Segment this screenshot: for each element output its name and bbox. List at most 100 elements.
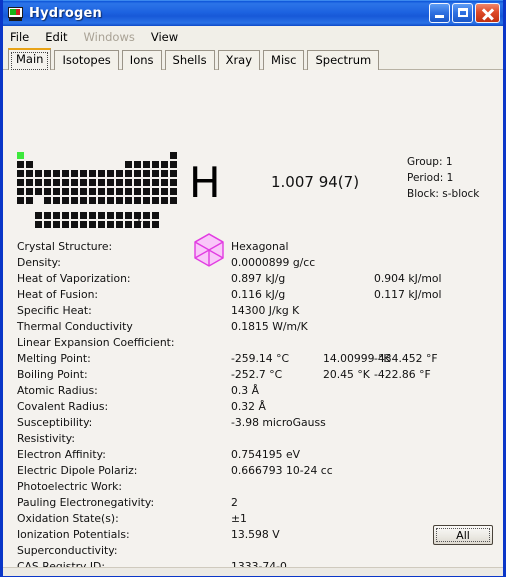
periodic-cell[interactable] <box>26 179 33 186</box>
periodic-cell[interactable] <box>152 221 159 228</box>
periodic-cell[interactable] <box>71 212 78 219</box>
periodic-cell[interactable] <box>71 197 78 204</box>
periodic-cell[interactable] <box>107 170 114 177</box>
periodic-cell[interactable] <box>44 179 51 186</box>
periodic-cell[interactable] <box>44 197 51 204</box>
periodic-cell[interactable] <box>98 179 105 186</box>
periodic-cell[interactable] <box>170 152 177 159</box>
periodic-cell[interactable] <box>152 188 159 195</box>
tab-main[interactable]: Main <box>8 48 52 70</box>
minimize-button[interactable] <box>429 3 450 23</box>
tab-spectrum[interactable]: Spectrum <box>307 50 380 70</box>
periodic-cell[interactable] <box>35 188 42 195</box>
periodic-cell[interactable] <box>152 179 159 186</box>
periodic-cell[interactable] <box>170 197 177 204</box>
periodic-cell[interactable] <box>17 188 24 195</box>
periodic-cell[interactable] <box>170 161 177 168</box>
tab-xray[interactable]: Xray <box>217 50 261 70</box>
periodic-cell[interactable] <box>62 221 69 228</box>
periodic-cell[interactable] <box>98 221 105 228</box>
periodic-cell[interactable] <box>17 179 24 186</box>
periodic-cell[interactable] <box>62 170 69 177</box>
periodic-cell[interactable] <box>170 188 177 195</box>
periodic-cell[interactable] <box>44 170 51 177</box>
periodic-cell[interactable] <box>125 212 132 219</box>
periodic-cell[interactable] <box>26 188 33 195</box>
periodic-cell[interactable] <box>98 212 105 219</box>
periodic-cell[interactable] <box>161 197 168 204</box>
periodic-cell[interactable] <box>134 170 141 177</box>
periodic-cell[interactable] <box>152 212 159 219</box>
periodic-cell[interactable] <box>170 170 177 177</box>
periodic-cell[interactable] <box>125 197 132 204</box>
periodic-cell[interactable] <box>35 221 42 228</box>
periodic-cell[interactable] <box>53 179 60 186</box>
periodic-cell[interactable] <box>98 188 105 195</box>
periodic-cell[interactable] <box>143 212 150 219</box>
periodic-cell[interactable] <box>71 188 78 195</box>
tab-ions[interactable]: Ions <box>121 50 162 70</box>
periodic-cell[interactable] <box>53 170 60 177</box>
periodic-cell[interactable] <box>107 197 114 204</box>
periodic-cell[interactable] <box>17 197 24 204</box>
periodic-cell[interactable] <box>116 188 123 195</box>
periodic-cell[interactable] <box>143 221 150 228</box>
periodic-cell[interactable] <box>80 188 87 195</box>
periodic-cell[interactable] <box>116 197 123 204</box>
periodic-cell[interactable] <box>53 188 60 195</box>
periodic-cell[interactable] <box>125 170 132 177</box>
periodic-cell[interactable] <box>161 188 168 195</box>
periodic-cell[interactable] <box>161 170 168 177</box>
periodic-cell[interactable] <box>80 212 87 219</box>
periodic-cell[interactable] <box>53 212 60 219</box>
menu-edit[interactable]: Edit <box>45 28 75 46</box>
periodic-cell[interactable] <box>89 188 96 195</box>
periodic-cell[interactable] <box>26 161 33 168</box>
periodic-cell[interactable] <box>143 197 150 204</box>
periodic-cell[interactable] <box>125 161 132 168</box>
periodic-cell[interactable] <box>143 170 150 177</box>
periodic-cell[interactable] <box>71 170 78 177</box>
periodic-cell[interactable] <box>89 197 96 204</box>
periodic-cell[interactable] <box>53 221 60 228</box>
tab-shells[interactable]: Shells <box>164 50 215 70</box>
periodic-table-minimap[interactable] <box>17 152 179 230</box>
periodic-cell[interactable] <box>35 212 42 219</box>
periodic-cell[interactable] <box>17 161 24 168</box>
periodic-cell[interactable] <box>116 179 123 186</box>
periodic-cell[interactable] <box>26 170 33 177</box>
periodic-cell[interactable] <box>62 212 69 219</box>
periodic-cell[interactable] <box>125 188 132 195</box>
periodic-cell[interactable] <box>107 188 114 195</box>
title-bar[interactable]: Hydrogen <box>3 0 503 26</box>
periodic-cell[interactable] <box>80 170 87 177</box>
periodic-cell[interactable] <box>71 221 78 228</box>
periodic-cell[interactable] <box>143 179 150 186</box>
periodic-cell[interactable] <box>134 179 141 186</box>
periodic-cell[interactable] <box>80 179 87 186</box>
periodic-cell[interactable] <box>89 170 96 177</box>
menu-file[interactable]: File <box>10 28 37 46</box>
periodic-cell[interactable] <box>134 197 141 204</box>
periodic-cell[interactable] <box>116 212 123 219</box>
periodic-cell[interactable] <box>152 161 159 168</box>
periodic-cell-selected[interactable] <box>17 152 24 159</box>
periodic-cell[interactable] <box>62 188 69 195</box>
periodic-cell[interactable] <box>152 170 159 177</box>
periodic-cell[interactable] <box>35 170 42 177</box>
periodic-cell[interactable] <box>26 197 33 204</box>
periodic-cell[interactable] <box>98 197 105 204</box>
periodic-cell[interactable] <box>125 221 132 228</box>
periodic-cell[interactable] <box>71 179 78 186</box>
periodic-cell[interactable] <box>35 179 42 186</box>
periodic-cell[interactable] <box>80 221 87 228</box>
periodic-cell[interactable] <box>62 179 69 186</box>
periodic-cell[interactable] <box>53 197 60 204</box>
periodic-cell[interactable] <box>44 221 51 228</box>
periodic-cell[interactable] <box>107 179 114 186</box>
periodic-cell[interactable] <box>98 170 105 177</box>
menu-view[interactable]: View <box>151 28 186 46</box>
periodic-cell[interactable] <box>116 170 123 177</box>
periodic-cell[interactable] <box>89 221 96 228</box>
periodic-cell[interactable] <box>107 221 114 228</box>
